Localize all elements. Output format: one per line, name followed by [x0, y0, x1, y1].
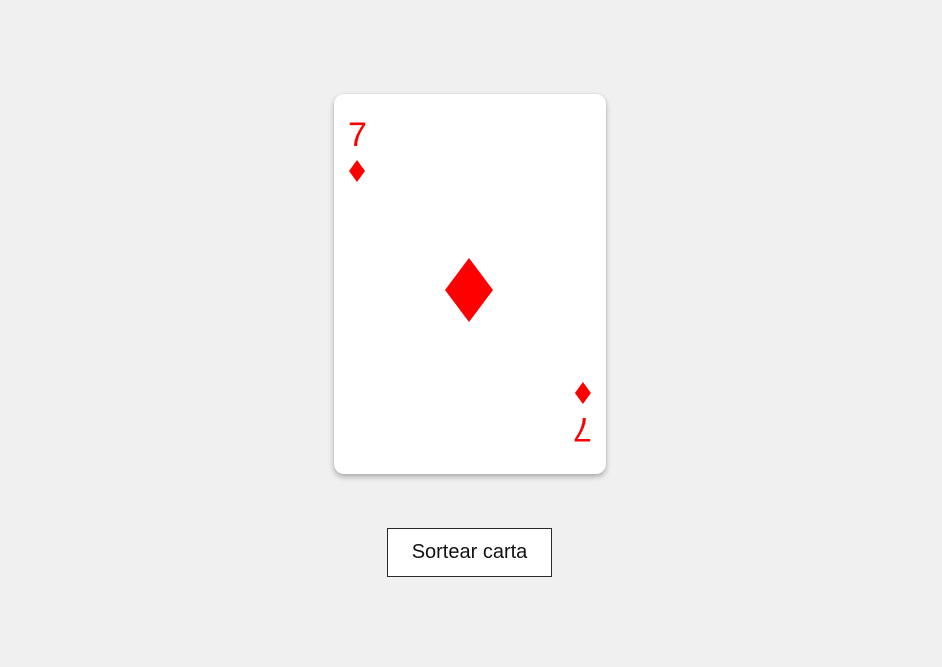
- diamond-icon: [349, 160, 366, 182]
- card-corner-bottom-right: 7: [573, 382, 592, 448]
- card-rank-top: 7: [348, 116, 367, 154]
- diamond-icon: [445, 258, 493, 322]
- diamond-icon: [574, 382, 591, 404]
- draw-card-button[interactable]: Sortear carta: [387, 528, 552, 577]
- card-corner-top-left: 7: [348, 118, 367, 182]
- playing-card: 7 7: [334, 94, 606, 474]
- card-rank-bottom: 7: [573, 410, 592, 448]
